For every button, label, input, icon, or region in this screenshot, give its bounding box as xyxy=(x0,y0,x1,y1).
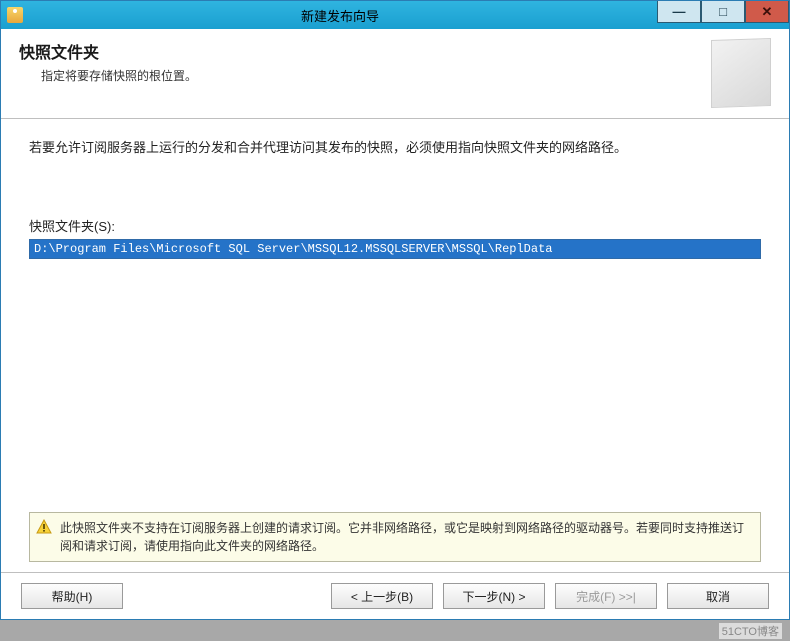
header-graphic xyxy=(711,38,771,108)
close-button[interactable]: ✕ xyxy=(745,1,789,23)
watermark: 51CTO博客 xyxy=(719,623,782,639)
warning-text: 此快照文件夹不支持在订阅服务器上创建的请求订阅。它并非网络路径，或它是映射到网络… xyxy=(60,521,744,553)
intro-text: 若要允许订阅服务器上运行的分发和合并代理访问其发布的快照，必须使用指向快照文件夹… xyxy=(29,137,761,156)
warning-panel: 此快照文件夹不支持在订阅服务器上创建的请求订阅。它并非网络路径，或它是映射到网络… xyxy=(29,512,761,562)
snapshot-folder-label: 快照文件夹(S): xyxy=(29,216,761,235)
titlebar: 新建发布向导 — □ ✕ xyxy=(1,1,789,29)
window-title: 新建发布向导 xyxy=(23,6,657,25)
maximize-button[interactable]: □ xyxy=(701,1,745,23)
help-button[interactable]: 帮助(H) xyxy=(21,583,123,609)
finish-button: 完成(F) >>| xyxy=(555,583,657,609)
wizard-window: 新建发布向导 — □ ✕ 快照文件夹 指定将要存储快照的根位置。 若要允许订阅服… xyxy=(0,0,790,620)
wizard-header: 快照文件夹 指定将要存储快照的根位置。 xyxy=(1,29,789,119)
cancel-button[interactable]: 取消 xyxy=(667,583,769,609)
app-icon xyxy=(7,7,23,23)
snapshot-folder-input[interactable] xyxy=(29,239,761,259)
warning-icon xyxy=(36,519,52,535)
wizard-content: 若要允许订阅服务器上运行的分发和合并代理访问其发布的快照，必须使用指向快照文件夹… xyxy=(1,119,789,572)
wizard-footer: 帮助(H) < 上一步(B) 下一步(N) > 完成(F) >>| 取消 xyxy=(1,573,789,619)
page-title: 快照文件夹 xyxy=(19,39,711,63)
next-button[interactable]: 下一步(N) > xyxy=(443,583,545,609)
minimize-button[interactable]: — xyxy=(657,1,701,23)
window-controls: — □ ✕ xyxy=(657,1,789,29)
page-subtitle: 指定将要存储快照的根位置。 xyxy=(41,67,711,84)
back-button[interactable]: < 上一步(B) xyxy=(331,583,433,609)
